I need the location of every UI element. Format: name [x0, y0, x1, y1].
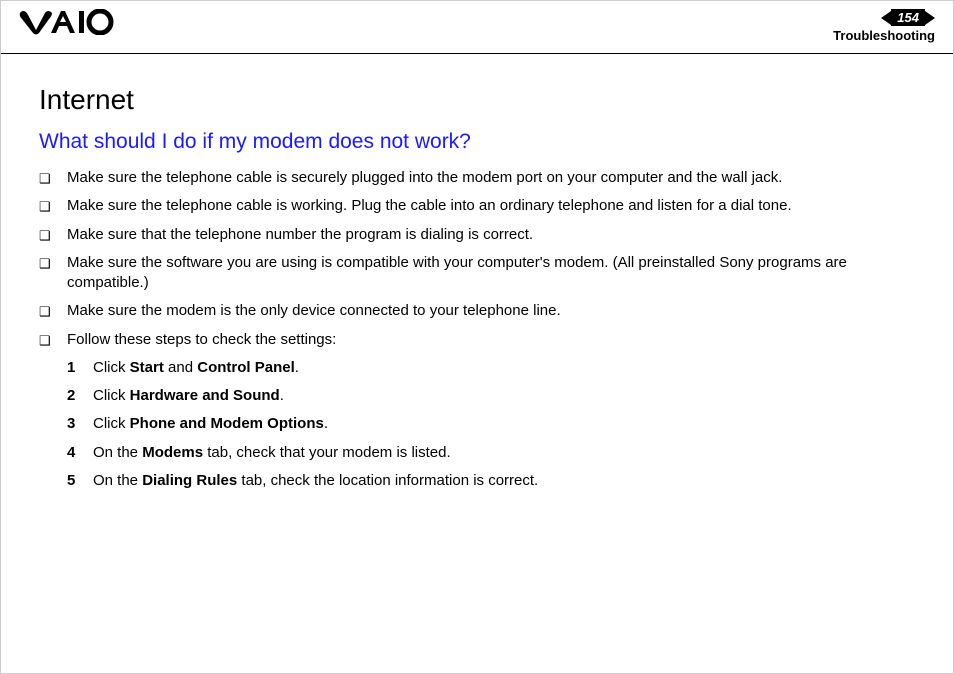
step-text: On the Dialing Rules tab, check the loca…: [93, 471, 929, 491]
step-text: Click Hardware and Sound.: [93, 386, 929, 406]
list-item: ❑ Make sure the telephone cable is worki…: [39, 196, 929, 216]
list-item: ❑ Make sure that the telephone number th…: [39, 225, 929, 245]
bullet-icon: ❑: [39, 227, 67, 245]
list-item: ❑ Make sure the software you are using i…: [39, 253, 929, 294]
step-number: 2: [67, 386, 93, 406]
step-number: 5: [67, 471, 93, 491]
list-item: ❑ Make sure the telephone cable is secur…: [39, 168, 929, 188]
step-item: 4On the Modems tab, check that your mode…: [67, 443, 929, 463]
step-item: 1Click Start and Control Panel.: [67, 358, 929, 378]
page-content: Internet What should I do if my modem do…: [1, 54, 953, 491]
bullet-icon: ❑: [39, 198, 67, 216]
bullet-text: Follow these steps to check the settings…: [67, 330, 929, 350]
bullet-icon: ❑: [39, 332, 67, 350]
list-item: ❑ Follow these steps to check the settin…: [39, 330, 929, 350]
step-item: 2Click Hardware and Sound.: [67, 386, 929, 406]
step-text: Click Start and Control Panel.: [93, 358, 929, 378]
bullet-list: ❑ Make sure the telephone cable is secur…: [39, 168, 929, 350]
bullet-text: Make sure the software you are using is …: [67, 253, 929, 294]
vaio-logo: [19, 9, 119, 40]
page-title: Internet: [39, 84, 929, 116]
bullet-icon: ❑: [39, 303, 67, 321]
step-number: 1: [67, 358, 93, 378]
page-number: 154: [891, 9, 925, 26]
page-subtitle: What should I do if my modem does not wo…: [39, 130, 929, 154]
bullet-text: Make sure the modem is the only device c…: [67, 301, 929, 321]
steps-list: 1Click Start and Control Panel.2Click Ha…: [39, 358, 929, 491]
step-text: On the Modems tab, check that your modem…: [93, 443, 929, 463]
section-label: Troubleshooting: [833, 28, 935, 43]
step-item: 5On the Dialing Rules tab, check the loc…: [67, 471, 929, 491]
bullet-text: Make sure that the telephone number the …: [67, 225, 929, 245]
step-number: 4: [67, 443, 93, 463]
page-badge: 154: [881, 9, 935, 26]
bullet-icon: ❑: [39, 170, 67, 188]
bullet-text: Make sure the telephone cable is securel…: [67, 168, 929, 188]
page-nav: 154 Troubleshooting: [833, 9, 935, 43]
page-header: 154 Troubleshooting: [1, 1, 953, 54]
step-item: 3Click Phone and Modem Options.: [67, 414, 929, 434]
bullet-text: Make sure the telephone cable is working…: [67, 196, 929, 216]
step-number: 3: [67, 414, 93, 434]
next-page-arrow-icon[interactable]: [925, 11, 935, 25]
bullet-icon: ❑: [39, 255, 67, 273]
prev-page-arrow-icon[interactable]: [881, 11, 891, 25]
step-text: Click Phone and Modem Options.: [93, 414, 929, 434]
list-item: ❑ Make sure the modem is the only device…: [39, 301, 929, 321]
